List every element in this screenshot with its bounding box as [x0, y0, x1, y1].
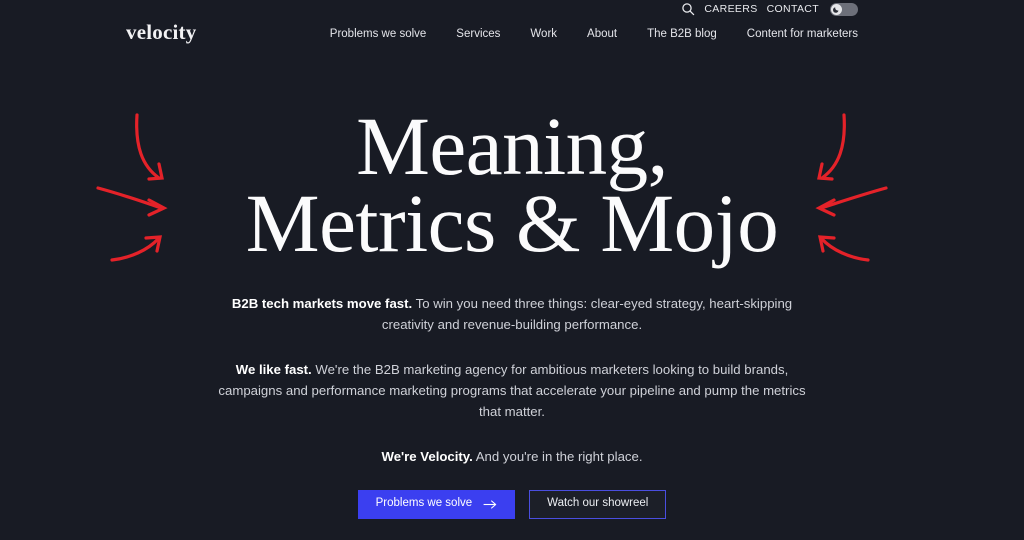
nav-item-services[interactable]: Services — [456, 28, 500, 41]
nav-item-content-for-marketers[interactable]: Content for marketers — [747, 28, 858, 41]
masthead: velocity Problems we solve Services Work… — [0, 18, 1024, 60]
arrow-right-icon — [483, 499, 497, 509]
problems-we-solve-button[interactable]: Problems we solve — [357, 489, 516, 519]
nav-item-about[interactable]: About — [587, 28, 617, 41]
problems-we-solve-button-label: Problems we solve — [375, 497, 473, 510]
hero-paragraph-2: We like fast. We're the B2B marketing ag… — [207, 360, 817, 423]
watch-our-showreel-button-label: Watch our showreel — [547, 497, 649, 510]
brand-logo[interactable]: velocity — [126, 22, 196, 43]
utility-bar: CAREERS CONTACT — [0, 0, 1024, 18]
main-navigation: Problems we solve Services Work About Th… — [330, 28, 858, 41]
hero-paragraph-1-lead: B2B tech markets move fast. — [231, 296, 413, 312]
hero-paragraph-3: We're Velocity. And you're in the right … — [207, 447, 817, 468]
hero-title-line-2: Metrics & Mojo — [245, 177, 779, 270]
watch-our-showreel-button[interactable]: Watch our showreel — [529, 489, 667, 519]
hero-page: CAREERS CONTACT velocity Problems we sol… — [0, 0, 1024, 540]
utility-link-careers[interactable]: CAREERS — [704, 4, 757, 15]
page-title: Meaning, Metrics & Mojo — [0, 70, 1024, 270]
hero-paragraph-2-lead: We like fast. — [235, 362, 312, 378]
utility-link-contact[interactable]: CONTACT — [767, 4, 819, 15]
hero-title-line-1: Meaning, — [356, 100, 668, 192]
nav-item-problems-we-solve[interactable]: Problems we solve — [330, 28, 427, 41]
search-icon[interactable] — [680, 2, 695, 17]
nav-item-the-b2b-blog[interactable]: The B2B blog — [647, 28, 717, 41]
moon-icon — [831, 3, 842, 15]
nav-item-work[interactable]: Work — [530, 28, 557, 41]
hero-body-copy: B2B tech markets move fast. To win you n… — [207, 262, 817, 467]
hero-paragraph-3-lead: We're Velocity. — [381, 448, 473, 464]
cta-row: Problems we solve Watch our showreel — [0, 468, 1024, 519]
hero-section: Meaning, Metrics & Mojo B2B tech markets… — [0, 70, 1024, 519]
hero-paragraph-3-rest: And you're in the right place. — [472, 448, 643, 464]
theme-toggle[interactable] — [830, 2, 858, 16]
hero-paragraph-1: B2B tech markets move fast. To win you n… — [207, 294, 817, 336]
hero-paragraph-1-rest: To win you need three things: clear-eyed… — [381, 296, 793, 333]
